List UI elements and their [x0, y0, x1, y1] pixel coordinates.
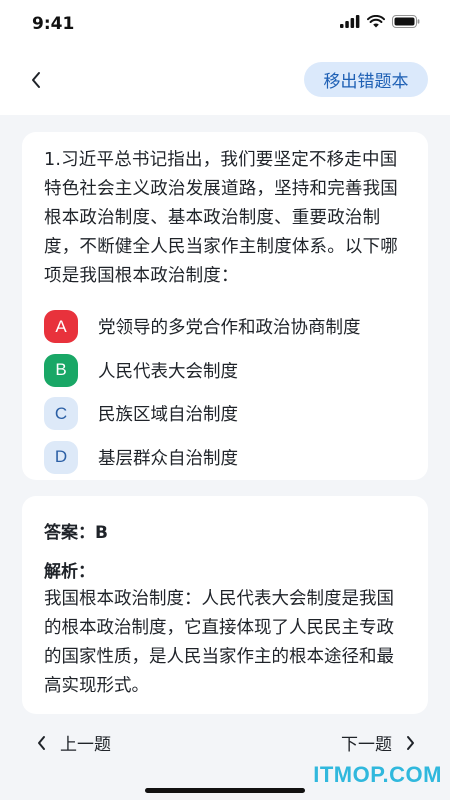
analysis-text: 我国根本政治制度：人民代表大会制度是我国的根本政治制度，它直接体现了人民民主专政…	[44, 589, 394, 696]
answer-card: 答案：B 解析： 我国根本政治制度：人民代表大会制度是我国的根本政治制度，它直接…	[22, 496, 428, 714]
option-a[interactable]: A 党领导的多党合作和政治协商制度	[44, 305, 406, 349]
option-b[interactable]: B 人民代表大会制度	[44, 349, 406, 393]
battery-icon	[392, 15, 420, 28]
option-label: 党领导的多党合作和政治协商制度	[98, 318, 361, 339]
next-question-button[interactable]: 下一题	[341, 730, 416, 755]
status-icons	[340, 15, 420, 28]
options-list: A 党领导的多党合作和政治协商制度 B 人民代表大会制度 C 民族区域自治制度 …	[44, 305, 406, 479]
question-card: 1.习近平总书记指出，我们要坚定不移走中国特色社会主义政治发展道路，坚持和完善我…	[22, 132, 428, 480]
option-label: 人民代表大会制度	[98, 361, 238, 382]
chevron-left-icon	[38, 735, 45, 750]
home-indicator	[145, 788, 305, 793]
wifi-icon	[367, 15, 385, 28]
option-c[interactable]: C 民族区域自治制度	[44, 392, 406, 436]
option-label: 基层群众自治制度	[98, 448, 238, 469]
next-label: 下一题	[341, 735, 392, 755]
answer-line: 答案：B	[44, 523, 108, 543]
status-bar: 9:41	[0, 0, 450, 50]
option-badge: B	[44, 353, 78, 387]
chevron-right-icon	[407, 735, 414, 750]
watermark: ITMOP.COM	[313, 762, 442, 787]
option-d[interactable]: D 基层群众自治制度	[44, 436, 406, 480]
signal-icon	[340, 15, 360, 28]
option-badge: C	[44, 397, 78, 431]
prev-label: 上一题	[60, 735, 111, 755]
prev-question-button[interactable]: 上一题	[36, 730, 111, 755]
option-badge: D	[44, 440, 78, 474]
question-text: 1.习近平总书记指出，我们要坚定不移走中国特色社会主义政治发展道路，坚持和完善我…	[44, 150, 398, 286]
remove-from-wrongbook-button[interactable]: 移出错题本	[304, 62, 428, 97]
status-time: 9:41	[32, 14, 75, 34]
back-button[interactable]	[22, 66, 50, 94]
header: 移出错题本	[0, 50, 450, 115]
chevron-left-icon	[32, 72, 40, 88]
option-badge: A	[44, 310, 78, 344]
analysis-title: 解析：	[44, 562, 95, 582]
option-label: 民族区域自治制度	[98, 405, 238, 426]
